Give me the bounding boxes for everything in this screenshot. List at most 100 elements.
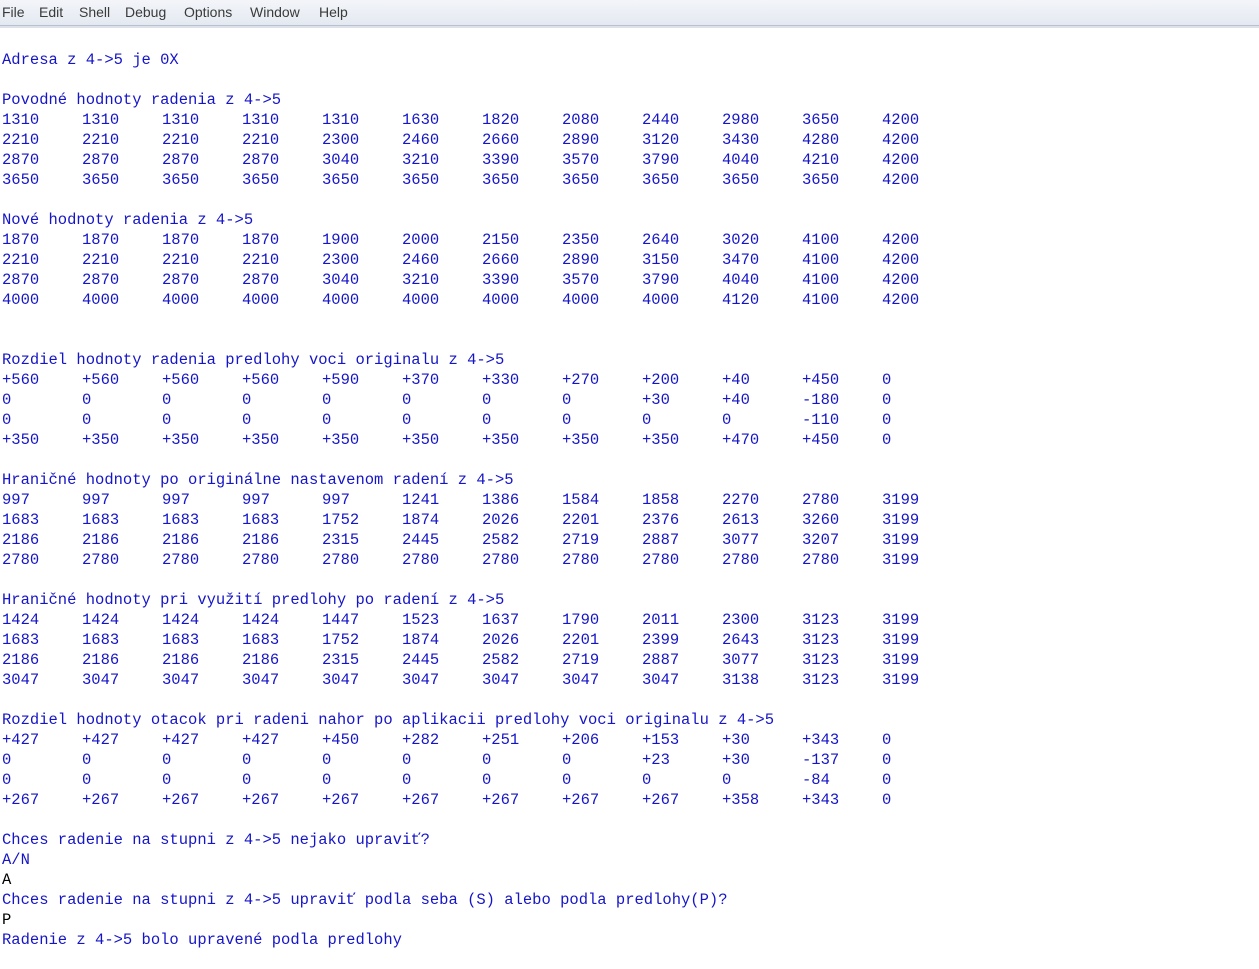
table-cell: +350 xyxy=(562,431,600,449)
table-row: +427 +427 +427 +427 +450 +282 +251 +206 +153 +30 +… xyxy=(0,730,1000,750)
table-cell: 0 xyxy=(82,771,92,789)
table-cell: 2582 xyxy=(482,651,520,669)
table-cell: 4000 xyxy=(322,291,360,309)
section-title: Hraničné hodnoty po originálne nastaveno… xyxy=(2,471,514,489)
menu-window[interactable]: Window xyxy=(250,4,300,20)
table-cell: 1752 xyxy=(322,631,360,649)
table-cell: 2780 xyxy=(482,551,520,569)
table-cell: 0 xyxy=(162,411,172,429)
table-cell: 2186 xyxy=(2,531,40,549)
table-cell: 0 xyxy=(642,411,652,429)
table-cell: 2870 xyxy=(162,151,200,169)
table-cell: 2150 xyxy=(482,231,520,249)
table-cell: 0 xyxy=(82,411,92,429)
table-cell: +350 xyxy=(642,431,680,449)
table-cell: 1683 xyxy=(2,631,40,649)
table-cell: 0 xyxy=(882,731,892,749)
table-cell: 4200 xyxy=(882,171,920,189)
table-row: 2210 2210 2210 2210 2300 2460 2660 2890 3120 3430… xyxy=(0,130,1000,150)
table-cell: 3047 xyxy=(402,671,440,689)
table-cell: 3650 xyxy=(2,171,40,189)
table-row: 0 0 0 0 0 0 0 0 +23 +30 -137 0 xyxy=(0,750,1000,770)
menu-help[interactable]: Help xyxy=(319,4,348,20)
table-cell: 2186 xyxy=(162,531,200,549)
table-row: 1683 1683 1683 1683 1752 1874 2026 2201 2399 2643… xyxy=(0,630,1000,650)
table-cell: 0 xyxy=(402,411,412,429)
table-cell: 2460 xyxy=(402,251,440,269)
table-cell: 0 xyxy=(482,751,492,769)
table-cell: 0 xyxy=(882,371,892,389)
table-cell: 3047 xyxy=(482,671,520,689)
menu-shell[interactable]: Shell xyxy=(79,4,110,20)
table-cell: 1310 xyxy=(162,111,200,129)
table-cell: 1870 xyxy=(242,231,280,249)
table-cell: 2445 xyxy=(402,531,440,549)
table-cell: 997 xyxy=(322,491,350,509)
table-cell: 4100 xyxy=(802,231,840,249)
table-cell: 2026 xyxy=(482,631,520,649)
table-cell: 2660 xyxy=(482,131,520,149)
table-cell: +450 xyxy=(322,731,360,749)
table-cell: 3390 xyxy=(482,271,520,289)
table-cell: 2780 xyxy=(162,551,200,569)
menu-edit[interactable]: Edit xyxy=(39,4,63,20)
table-row: 0 0 0 0 0 0 0 0 0 0 -110 0 xyxy=(0,410,1000,430)
table-cell: +350 xyxy=(402,431,440,449)
table-cell: 1858 xyxy=(642,491,680,509)
table-cell: 2890 xyxy=(562,131,600,149)
table-cell: 0 xyxy=(322,411,332,429)
table-cell: 2440 xyxy=(642,111,680,129)
table-cell: 2300 xyxy=(322,131,360,149)
table-row: 0 0 0 0 0 0 0 0 +30 +40 -180 0 xyxy=(0,390,1000,410)
table-cell: 3570 xyxy=(562,271,600,289)
table-cell: 0 xyxy=(2,771,12,789)
table-cell: 3790 xyxy=(642,271,680,289)
table-cell: 2582 xyxy=(482,531,520,549)
table-cell: 2890 xyxy=(562,251,600,269)
table-row: 2210 2210 2210 2210 2300 2460 2660 2890 3150 3470… xyxy=(0,250,1000,270)
table-cell: 2870 xyxy=(2,151,40,169)
table-cell: 2080 xyxy=(562,111,600,129)
menu-file[interactable]: File xyxy=(2,4,25,20)
table-cell: +30 xyxy=(722,731,750,749)
table-cell: +427 xyxy=(162,731,200,749)
table-cell: 2376 xyxy=(642,511,680,529)
table-cell: +267 xyxy=(2,791,40,809)
table-row: 997 997 997 997 997 1241 1386 1584 1858 2270 2780 3… xyxy=(0,490,1000,510)
table-cell: 2350 xyxy=(562,231,600,249)
table-cell: +590 xyxy=(322,371,360,389)
table-cell: 4200 xyxy=(882,131,920,149)
table-cell: 3047 xyxy=(562,671,600,689)
table-row: 1683 1683 1683 1683 1752 1874 2026 2201 2376 2613… xyxy=(0,510,1000,530)
table-cell: 1310 xyxy=(2,111,40,129)
table-cell: 1683 xyxy=(162,631,200,649)
table-cell: +370 xyxy=(402,371,440,389)
table-cell: 3150 xyxy=(642,251,680,269)
user-input-mode: P xyxy=(2,911,12,929)
table-cell: 2460 xyxy=(402,131,440,149)
table-cell: 1683 xyxy=(82,511,120,529)
shell-output[interactable]: Adresa z 4->5 je 0X Povodné hodnoty rade… xyxy=(0,28,1259,969)
table-cell: 1683 xyxy=(162,511,200,529)
table-cell: 4000 xyxy=(2,291,40,309)
table-cell: 1424 xyxy=(162,611,200,629)
table-row: +350 +350 +350 +350 +350 +350 +350 +350 +350 +470… xyxy=(0,430,1000,450)
table-cell: 4280 xyxy=(802,131,840,149)
table-cell: 4100 xyxy=(802,291,840,309)
table-cell: -180 xyxy=(802,391,840,409)
table-cell: 1790 xyxy=(562,611,600,629)
table-cell: 4000 xyxy=(162,291,200,309)
table-cell: 1683 xyxy=(242,631,280,649)
menu-options[interactable]: Options xyxy=(184,4,232,20)
table-cell: 3650 xyxy=(802,171,840,189)
table-cell: 1820 xyxy=(482,111,520,129)
table-cell: 3570 xyxy=(562,151,600,169)
table-cell: 2640 xyxy=(642,231,680,249)
table-cell: 2210 xyxy=(162,131,200,149)
table-cell: 2870 xyxy=(162,271,200,289)
table-cell: 3650 xyxy=(642,171,680,189)
table-cell: 0 xyxy=(562,751,572,769)
menu-debug[interactable]: Debug xyxy=(125,4,166,20)
table-row: 1310 1310 1310 1310 1310 1630 1820 2080 2440 2980… xyxy=(0,110,1000,130)
table-cell: 2445 xyxy=(402,651,440,669)
